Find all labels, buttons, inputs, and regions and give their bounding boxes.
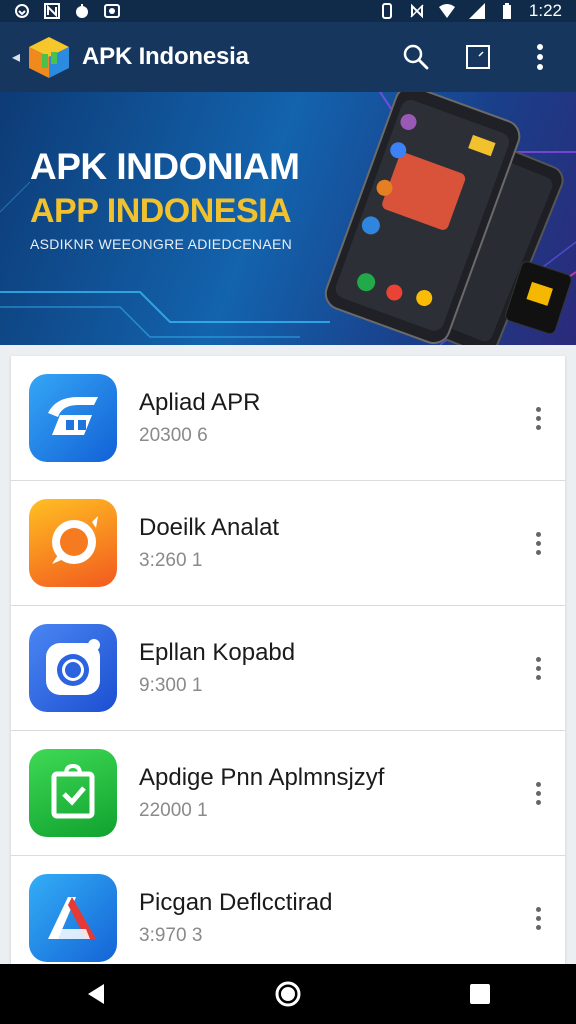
list-item[interactable]: Picgan Deflcctirad 3:970 3 [11, 856, 565, 964]
list-item[interactable]: Epllan Kopabd 9:300 1 [11, 606, 565, 731]
more-vert-icon [535, 531, 541, 537]
item-more-button[interactable] [527, 519, 549, 567]
nav-home-button[interactable] [258, 964, 318, 1024]
nav-back-arrow-icon[interactable]: ◂ [12, 47, 20, 67]
camera-icon [104, 4, 120, 18]
home-icon [275, 981, 301, 1007]
signal-icon [468, 3, 485, 19]
nfc-icon [410, 3, 424, 19]
banner-subtitle: ASDIKNR WEEONGRE ADIEDCENAEN [30, 236, 292, 252]
app-list: Apliad APR 20300 6 Doeilk Analat 3:260 1 [11, 356, 565, 964]
app-name: Picgan Deflcctirad [139, 889, 333, 916]
list-item[interactable]: Apliad APR 20300 6 [11, 356, 565, 481]
sync-icon [15, 4, 29, 18]
apple-icon [76, 4, 88, 18]
shopping-bag-app-icon [51, 763, 95, 819]
app-icon-4 [29, 749, 117, 837]
battery-icon [502, 3, 511, 19]
nav-back-button[interactable] [66, 964, 126, 1024]
app-icon-2 [29, 499, 117, 587]
n-icon [44, 3, 60, 19]
banner-title-line2: APP INDONESIA [30, 192, 292, 230]
promo-banner[interactable]: APK INDONIAM APP INDONESIA ASDIKNR WEEON… [0, 92, 576, 345]
item-more-button[interactable] [527, 644, 549, 692]
more-vert-icon [535, 906, 541, 912]
app-title: APK Indonesia [82, 43, 249, 70]
app-meta: 3:970 3 [139, 925, 203, 946]
vibrate-icon [381, 3, 392, 19]
apk-logo-icon [29, 37, 70, 78]
app-icon-5 [29, 874, 117, 962]
more-vert-icon [535, 781, 541, 787]
nav-recents-button[interactable] [450, 964, 510, 1024]
app-name: Apdige Pnn Aplmnsjzyf [139, 764, 385, 791]
item-more-button[interactable] [527, 894, 549, 942]
status-time: 1:22 [528, 1, 562, 20]
app-name: Doeilk Analat [139, 514, 280, 541]
overflow-menu-button[interactable] [516, 33, 564, 81]
app-icon-3 [29, 624, 117, 712]
wifi-icon [438, 4, 455, 18]
more-vert-icon [537, 44, 543, 70]
status-right-icons: 1:22 [379, 1, 562, 21]
more-vert-icon [535, 406, 541, 412]
status-bar: 1:22 [0, 0, 576, 22]
window-button[interactable] [454, 33, 502, 81]
app-name: Epllan Kopabd [139, 639, 296, 666]
system-nav-bar [0, 964, 576, 1024]
back-icon [88, 984, 104, 1004]
chat-bubble-app-icon [52, 516, 98, 564]
search-button[interactable] [392, 33, 440, 81]
app-bar: ◂ APK Indonesia [0, 22, 576, 92]
recents-icon [470, 984, 490, 1004]
banner-title-line1: APK INDONIAM [30, 146, 300, 187]
app-meta: 20300 6 [139, 425, 208, 446]
list-item[interactable]: Doeilk Analat 3:260 1 [11, 481, 565, 606]
square-icon [466, 45, 490, 69]
app-name: Apliad APR [139, 389, 261, 416]
triangle-app-icon [48, 897, 96, 939]
app-meta: 9:300 1 [139, 675, 203, 696]
item-more-button[interactable] [527, 394, 549, 442]
app-icon-1 [29, 374, 117, 462]
status-left-icons [14, 3, 120, 19]
fast-forward-app-icon [48, 397, 98, 435]
more-vert-icon [535, 656, 541, 662]
camera-app-icon [46, 639, 100, 695]
app-meta: 3:260 1 [139, 550, 203, 571]
app-meta: 22000 1 [139, 800, 208, 821]
list-item[interactable]: Apdige Pnn Aplmnsjzyf 22000 1 [11, 731, 565, 856]
search-icon [403, 44, 429, 70]
item-more-button[interactable] [527, 769, 549, 817]
